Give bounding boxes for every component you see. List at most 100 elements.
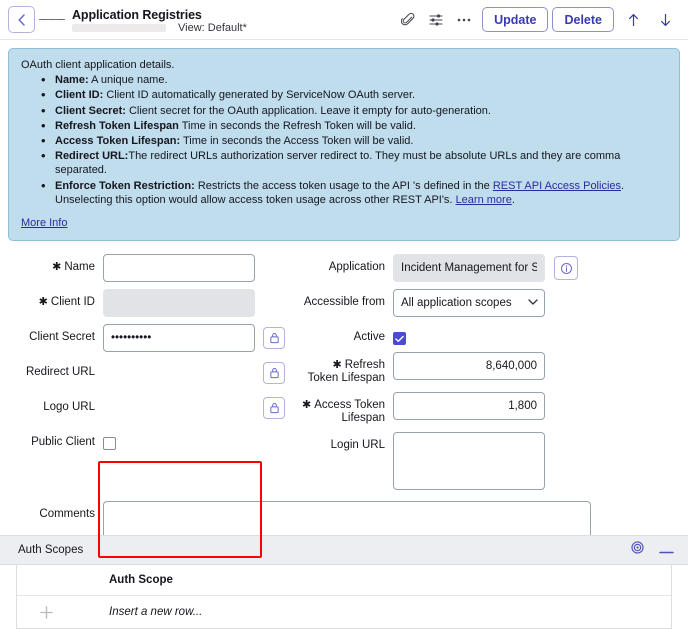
arrow-up-icon: [628, 13, 638, 26]
previous-record-button[interactable]: [620, 7, 646, 33]
banner-term: Refresh Token Lifespan: [55, 119, 179, 132]
banner-desc: Time in seconds the Refresh Token will b…: [178, 119, 416, 132]
client-secret-input[interactable]: [103, 324, 255, 353]
add-row-button[interactable]: [17, 605, 109, 620]
auth-scopes-table-header: Auth Scope: [17, 565, 671, 596]
field-row-refresh-token-lifespan: ✱ Refresh Token Lifespan: [300, 352, 688, 385]
field-row-login-url: Login URL: [300, 432, 688, 491]
ellipsis-icon: [457, 18, 471, 21]
application-info-button[interactable]: [554, 256, 578, 281]
banner-term: Name:: [55, 74, 89, 87]
redirect-url-label: Redirect URL: [25, 366, 95, 379]
auth-scopes-settings-button[interactable]: [630, 540, 645, 560]
delete-button[interactable]: Delete: [552, 7, 614, 32]
client-id-input[interactable]: [103, 289, 255, 318]
banner-term: Client Secret:: [55, 104, 126, 117]
redirect-url-lock-button[interactable]: [263, 362, 285, 385]
record-header-toolbar: Application Registries View: Default* Up…: [0, 0, 688, 40]
arrow-down-icon: [660, 13, 670, 26]
redirect-url-input[interactable]: [103, 359, 255, 387]
title-loading-placeholder: [72, 23, 166, 32]
field-row-accessible-from: Accessible from All application scopes: [300, 289, 688, 318]
column-header-auth-scope: Auth Scope: [109, 574, 173, 586]
field-row-client-id: ✱ Client ID: [0, 289, 300, 318]
refresh-token-lifespan-input[interactable]: [393, 352, 545, 381]
field-row-redirect-url: Redirect URL: [0, 359, 300, 387]
client-secret-lock-button[interactable]: [263, 327, 285, 350]
banner-desc: Restricts the access token usage to the …: [194, 179, 493, 192]
required-marker: ✱: [332, 359, 342, 372]
learn-more-link[interactable]: Learn more: [456, 194, 512, 206]
field-row-application: Application: [300, 254, 688, 283]
field-row-name: ✱ Name: [0, 254, 300, 283]
list-item-enforce-token-restriction: Enforce Token Restriction: Restricts the…: [41, 178, 667, 207]
banner-field-descriptions: Name: A unique name. Client ID: Client I…: [41, 72, 667, 207]
client-id-label: ✱ Client ID: [0, 289, 95, 309]
field-row-access-token-lifespan: ✱ Access Token Lifespan: [300, 392, 688, 425]
list-item: Access Token Lifespan: Time in seconds t…: [41, 133, 667, 148]
oauth-info-banner: OAuth client application details. Name: …: [8, 48, 680, 242]
public-client-checkbox[interactable]: [103, 437, 116, 451]
application-input[interactable]: [393, 254, 545, 283]
auth-scopes-header[interactable]: Auth Scopes: [0, 535, 688, 565]
auth-scopes-section: Auth Scopes Auth Scope Insert a new row.…: [0, 535, 688, 629]
login-url-control: [393, 432, 545, 491]
accessible-from-select-wrapper: All application scopes: [393, 289, 545, 318]
refresh-token-lifespan-label-text: Refresh Token Lifespan: [307, 359, 385, 385]
logo-url-lock-button[interactable]: [263, 397, 285, 420]
required-marker: ✱: [52, 261, 62, 274]
banner-desc: Client ID automatically generated by Ser…: [103, 89, 416, 102]
back-button[interactable]: [8, 6, 35, 33]
chevron-left-icon: [18, 13, 25, 26]
accessible-from-label: Accessible from: [303, 296, 385, 309]
checkmark-icon: [395, 335, 404, 342]
refresh-token-lifespan-control: [393, 352, 545, 381]
application-control: [393, 254, 578, 283]
next-record-button[interactable]: [652, 7, 678, 33]
access-token-lifespan-control: [393, 392, 545, 421]
accessible-from-select[interactable]: All application scopes: [393, 289, 545, 318]
auth-scopes-table: Auth Scope Insert a new row...: [16, 565, 672, 629]
hamburger-menu-icon[interactable]: [39, 7, 66, 33]
list-item: Redirect URL:The redirect URLs authoriza…: [41, 148, 667, 177]
banner-desc: Time in seconds the Access Token will be…: [180, 135, 414, 148]
banner-term: Client ID:: [55, 89, 104, 102]
list-item: Client Secret: Client secret for the OAu…: [41, 103, 667, 118]
login-url-textarea[interactable]: [393, 432, 545, 491]
active-checkbox[interactable]: [393, 332, 406, 346]
auth-scopes-header-actions: [630, 540, 674, 560]
banner-desc: A unique name.: [88, 74, 168, 87]
more-options-button[interactable]: [450, 6, 478, 34]
padlock-icon: [269, 333, 279, 344]
application-registries-form-page: Application Registries View: Default* Up…: [0, 0, 688, 629]
personalize-form-button[interactable]: [422, 6, 450, 34]
auth-scopes-title: Auth Scopes: [18, 544, 84, 556]
banner-term: Access Token Lifespan:: [55, 135, 181, 148]
logo-url-label: Logo URL: [43, 401, 95, 414]
table-row-insert-new[interactable]: Insert a new row...: [17, 596, 671, 628]
padlock-icon: [269, 403, 279, 414]
logo-url-input[interactable]: [103, 394, 255, 422]
active-control: [393, 324, 406, 346]
banner-desc: Client secret for the OAuth application.…: [125, 104, 491, 117]
accessible-from-control: All application scopes: [393, 289, 545, 318]
banner-term: Redirect URL:: [55, 150, 129, 163]
access-token-lifespan-input[interactable]: [393, 392, 545, 421]
name-label-text: Name: [64, 261, 95, 274]
padlock-icon: [269, 368, 279, 379]
record-title-block: Application Registries View: Default*: [72, 8, 247, 34]
update-button[interactable]: Update: [482, 7, 549, 32]
attachment-button[interactable]: [394, 6, 422, 34]
refresh-token-lifespan-label: ✱ Refresh Token Lifespan: [300, 352, 385, 385]
auth-scopes-collapse-button[interactable]: [659, 541, 674, 559]
field-row-client-secret: Client Secret: [0, 324, 300, 353]
banner-desc-tail: .: [621, 179, 625, 192]
plus-icon: [40, 605, 53, 619]
paperclip-icon: [400, 12, 415, 26]
sliders-icon: [429, 13, 443, 26]
name-input[interactable]: [103, 254, 255, 283]
more-info-link[interactable]: More Info: [21, 216, 67, 230]
rest-api-access-policies-link[interactable]: REST API Access Policies: [493, 180, 621, 192]
required-marker: ✱: [38, 296, 48, 309]
insert-new-row-label[interactable]: Insert a new row...: [109, 606, 202, 618]
